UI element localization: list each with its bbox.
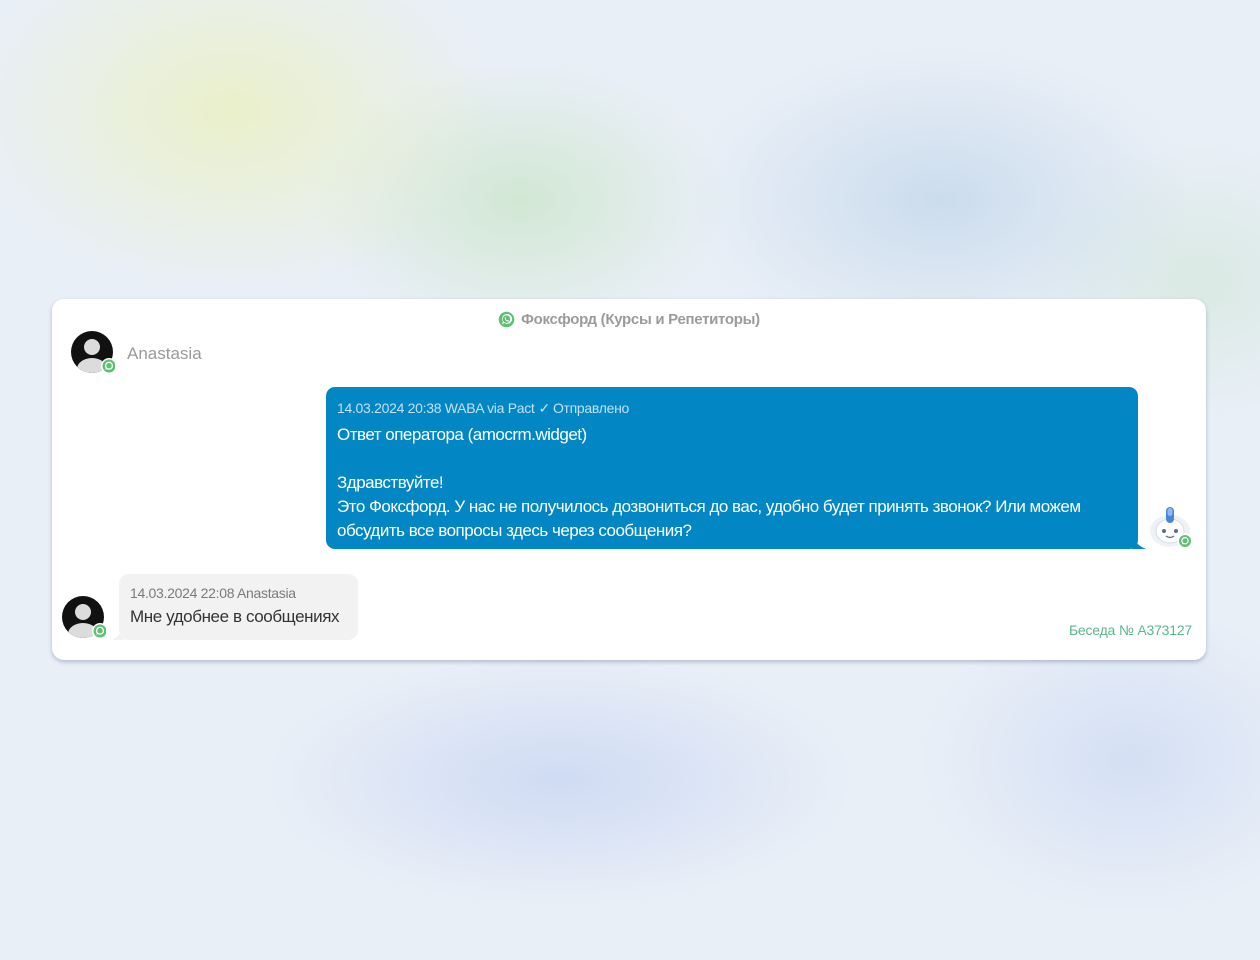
outgoing-message-status: Отправлено (552, 400, 629, 416)
channel-header: Фоксфорд (Курсы и Репетиторы) (52, 311, 1206, 328)
incoming-message-text: Мне удобнее в сообщениях (130, 607, 340, 626)
incoming-message-meta: 14.03.2024 22:08 Anastasia (130, 585, 296, 601)
contact-avatar[interactable] (71, 331, 115, 375)
outgoing-bubble-tail (1132, 533, 1146, 549)
outgoing-message-timestamp: 14.03.2024 20:38 WABA via Pact (337, 400, 535, 416)
whatsapp-icon (1177, 533, 1192, 549)
whatsapp-icon (498, 311, 515, 328)
outgoing-message-text: Ответ оператора (amocrm.widget) Здравств… (337, 425, 1081, 540)
outgoing-message-bubble: 14.03.2024 20:38 WABA via Pact ✓ Отправлен… (326, 387, 1138, 549)
conversation-link[interactable]: Беседа № A373127 (1069, 622, 1192, 638)
channel-name: Фоксфорд (Курсы и Репетиторы) (521, 311, 760, 328)
incoming-message-avatar[interactable] (62, 596, 106, 640)
chat-card: Фоксфорд (Курсы и Репетиторы) Anastasia … (52, 299, 1206, 660)
bot-avatar-icon (1150, 507, 1192, 549)
outgoing-message-meta: 14.03.2024 20:38 WABA via Pact ✓ Отправлен… (337, 399, 1127, 417)
contact-name: Anastasia (127, 344, 202, 363)
incoming-message-bubble: 14.03.2024 22:08 Anastasia Мне удобнее в… (119, 574, 358, 640)
checkmark-icon: ✓ (538, 400, 551, 416)
